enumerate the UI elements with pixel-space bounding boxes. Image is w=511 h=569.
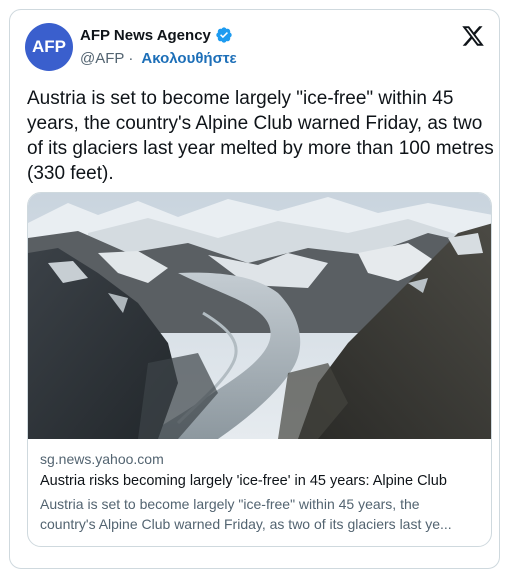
avatar[interactable]: AFP [25,23,73,71]
x-logo-icon[interactable] [461,24,485,48]
author-name-row: AFP News Agency [80,26,233,44]
link-preview-card[interactable]: sg.news.yahoo.com Austria risks becoming… [27,192,492,547]
link-description-line-1: Austria is set to become largely "ice-fr… [40,496,420,512]
author-handle[interactable]: @AFP [80,50,124,67]
tweet-card[interactable]: AFP AFP News Agency @AFP · Ακολουθήστε A… [9,9,500,569]
author-handle-row: @AFP · Ακολουθήστε [80,50,237,67]
tweet-text: Austria is set to become largely "ice-fr… [27,88,494,184]
separator-dot: · [128,50,134,67]
link-meta: sg.news.yahoo.com Austria risks becoming… [40,449,481,534]
follow-button[interactable]: Ακολουθήστε [141,50,236,67]
author-name[interactable]: AFP News Agency [80,27,211,44]
verified-badge-icon [216,27,232,43]
link-description: Austria is set to become largely "ice-fr… [40,494,478,534]
link-domain: sg.news.yahoo.com [40,451,164,467]
glacier-valley-photo [28,193,491,439]
link-description-line-2: country's Alpine Club warned Friday, as … [40,516,452,532]
link-title[interactable]: Austria risks becoming largely 'ice-free… [40,471,481,492]
